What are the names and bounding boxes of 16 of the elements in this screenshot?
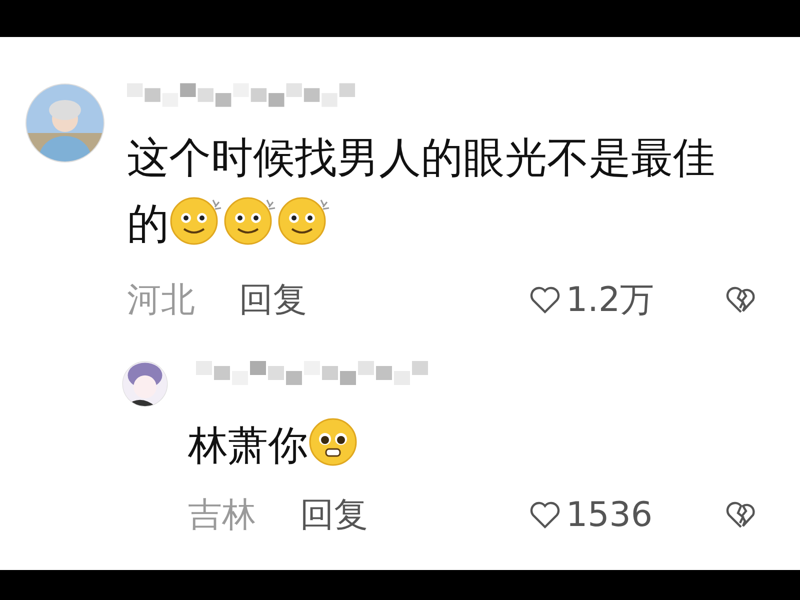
- reply-link[interactable]: 回复: [300, 495, 368, 535]
- comment-text: 林萧你: [188, 417, 756, 470]
- reply-link[interactable]: 回复: [239, 280, 307, 320]
- comment-text: 这个时候找男人的眼光不是最佳的: [127, 132, 716, 250]
- broken-heart-icon[interactable]: [726, 286, 756, 314]
- broken-heart-icon[interactable]: [726, 501, 756, 529]
- dizzy-smiley-icon: [277, 196, 331, 246]
- location-label: 吉林: [188, 494, 257, 537]
- location-label: 河北: [127, 279, 196, 322]
- like-count: 1.2万: [566, 279, 654, 322]
- heart-icon[interactable]: [530, 286, 560, 314]
- dizzy-smiley-icon: [223, 196, 277, 246]
- heart-icon[interactable]: [530, 501, 560, 529]
- pleading-face-icon: [308, 417, 358, 467]
- like-count: 1536: [566, 495, 653, 535]
- dizzy-smiley-icon: [169, 196, 223, 246]
